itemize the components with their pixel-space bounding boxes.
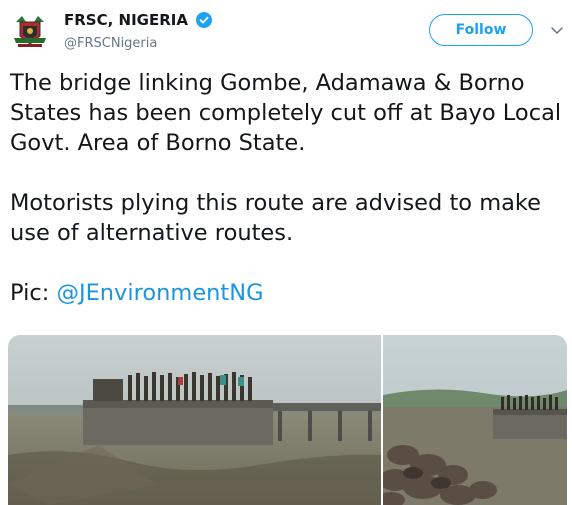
pic-prefix: Pic: bbox=[10, 280, 50, 306]
display-name[interactable]: FRSC, NIGERIA bbox=[64, 11, 188, 29]
tweet-media bbox=[8, 335, 567, 505]
tweet-paragraph-2: Motorists plying this route are advised … bbox=[10, 190, 541, 246]
chevron-down-icon[interactable] bbox=[550, 23, 564, 37]
tweet-text: The bridge linking Gombe, Adamawa & Born… bbox=[10, 68, 565, 308]
verified-badge-icon bbox=[196, 12, 212, 28]
frsc-logo bbox=[8, 8, 52, 52]
user-handle[interactable]: @FRSCNigeria bbox=[64, 36, 157, 51]
photo-bridge-left[interactable] bbox=[8, 335, 381, 505]
bridge-photo-1 bbox=[8, 335, 381, 505]
tweet-paragraph-1: The bridge linking Gombe, Adamawa & Born… bbox=[10, 70, 562, 156]
tweet-header: FRSC, NIGERIA @FRSCNigeria Follow bbox=[0, 0, 572, 64]
follow-button[interactable]: Follow bbox=[429, 14, 533, 46]
mention-link[interactable]: @JEnvironmentNG bbox=[56, 280, 263, 306]
avatar[interactable] bbox=[8, 8, 52, 52]
bridge-photo-2 bbox=[383, 335, 567, 505]
photo-bridge-right[interactable] bbox=[383, 335, 567, 505]
tweet-pic-line: Pic: @JEnvironmentNG bbox=[10, 278, 565, 308]
